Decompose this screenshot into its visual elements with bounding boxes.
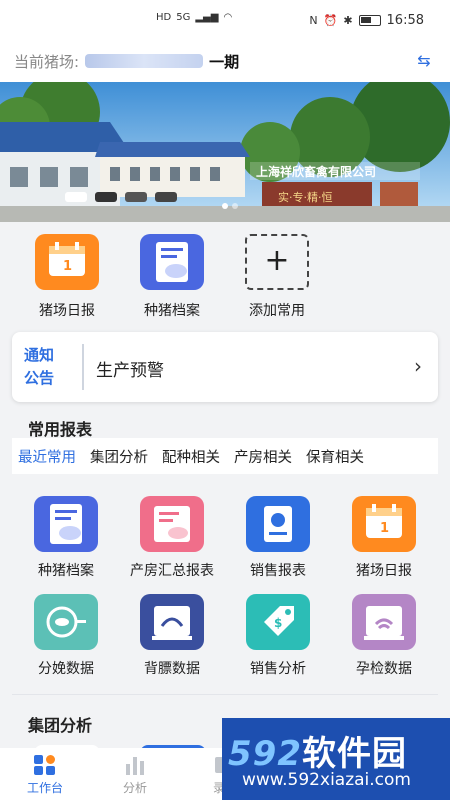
report-label: 猪场日报 xyxy=(356,563,412,579)
wifi-icon: ◠ xyxy=(223,12,233,23)
ultrasound-icon xyxy=(352,594,416,650)
section-divider xyxy=(12,694,438,695)
pig-file-icon xyxy=(34,496,98,552)
nav-analysis[interactable]: 分析 xyxy=(90,748,180,800)
tab-recent[interactable]: 最近常用 xyxy=(18,446,76,467)
svg-text:$: $ xyxy=(274,616,282,630)
status-right-icons: N ⏰ ✱ xyxy=(309,13,381,27)
report-sales-analysis[interactable]: $ 销售分析 xyxy=(226,594,330,678)
backfat-icon xyxy=(140,594,204,650)
report-label: 销售分析 xyxy=(250,661,306,677)
network-badge: 5G xyxy=(176,12,191,23)
watermark-line1: 592软件园 xyxy=(228,726,407,775)
status-bar: HD 5G ▂▄▆ ◠ N ⏰ ✱ 16:58 xyxy=(0,0,450,40)
farm-label: 当前猪场: xyxy=(14,52,80,71)
report-label: 分娩数据 xyxy=(38,661,94,677)
report-grid: 种猪档案 产房汇总报表 销售报表 1 猪场日报 分娩数据 背膘数据 $ 销售分析… xyxy=(12,484,438,694)
report-sales[interactable]: 销售报表 xyxy=(226,496,330,580)
banner-motto: 实·专·精·恒 xyxy=(278,190,333,204)
notice-text: 生产预警 xyxy=(96,361,164,381)
report-label: 种猪档案 xyxy=(38,563,94,579)
watermark-brand: 软件园 xyxy=(301,734,407,774)
notice-divider xyxy=(82,344,84,390)
calendar-icon: 1 xyxy=(35,234,99,290)
bluetooth-icon: ✱ xyxy=(343,13,353,27)
quick-label: 添加常用 xyxy=(249,303,305,319)
quick-breeding-pig-file[interactable]: 种猪档案 xyxy=(127,234,217,320)
nav-label: 分析 xyxy=(122,781,147,795)
tab-group-analysis[interactable]: 集团分析 xyxy=(90,446,148,467)
chevron-right-icon: › xyxy=(414,354,422,378)
quick-add-favorite[interactable]: + 添加常用 xyxy=(232,234,322,320)
switch-farm-icon[interactable]: ⇆ xyxy=(412,50,436,72)
clock: 16:58 xyxy=(386,12,424,28)
delivery-icon xyxy=(34,594,98,650)
report-farrowing-summary[interactable]: 产房汇总报表 xyxy=(120,496,224,580)
report-breeding-pig-file[interactable]: 种猪档案 xyxy=(14,496,118,580)
report-backfat-data[interactable]: 背膘数据 xyxy=(120,594,224,678)
hd-badge: HD xyxy=(156,12,172,23)
workbench-icon xyxy=(33,754,57,776)
price-tag-icon: $ xyxy=(246,594,310,650)
group-section-title: 集团分析 xyxy=(28,716,93,735)
farm-name-redacted xyxy=(85,54,204,68)
report-label: 背膘数据 xyxy=(144,661,200,677)
notice-tag-line2: 公告 xyxy=(24,369,55,387)
report-delivery-data[interactable]: 分娩数据 xyxy=(14,594,118,678)
pig-file-icon xyxy=(140,234,204,290)
watermark-url: www.592xiazai.com xyxy=(242,770,411,790)
banner-image[interactable]: 上海祥欣畜禽有限公司 实·专·精·恒 xyxy=(0,82,450,222)
signal-icon: ▂▄▆ xyxy=(195,12,219,23)
quick-farm-daily[interactable]: 1 猪场日报 xyxy=(22,234,112,320)
sales-report-icon xyxy=(246,496,310,552)
report-farm-daily[interactable]: 1 猪场日报 xyxy=(332,496,436,580)
nav-workbench[interactable]: 工作台 xyxy=(0,748,90,800)
report-label: 孕检数据 xyxy=(356,661,412,677)
bar-chart-icon xyxy=(123,754,147,776)
report-tabs: 最近常用 集团分析 配种相关 产房相关 保育相关 xyxy=(12,438,438,474)
watermark-number: 592 xyxy=(228,734,302,774)
notice-tag-line1: 通知 xyxy=(24,346,55,364)
farm-name-suffix: 一期 xyxy=(209,52,240,71)
report-pregnancy-check[interactable]: 孕检数据 xyxy=(332,594,436,678)
banner-sign-text: 上海祥欣畜禽有限公司 xyxy=(256,164,376,179)
plus-icon: + xyxy=(245,234,309,290)
battery-icon xyxy=(358,14,381,26)
quick-actions: 1 猪场日报 种猪档案 + 添加常用 xyxy=(0,222,450,322)
tab-farrowing[interactable]: 产房相关 xyxy=(234,446,292,467)
notice-tag: 通知 公告 xyxy=(24,344,62,390)
watermark-logo: 592软件园 www.592xiazai.com xyxy=(222,718,450,800)
calendar-icon: 1 xyxy=(352,496,416,552)
quick-label: 种猪档案 xyxy=(144,303,200,319)
report-label: 产房汇总报表 xyxy=(130,563,214,579)
nfc-icon: N xyxy=(309,13,318,27)
svg-text:1: 1 xyxy=(380,521,389,536)
tab-nursery[interactable]: 保育相关 xyxy=(306,446,364,467)
tab-breeding[interactable]: 配种相关 xyxy=(162,446,220,467)
farm-selector[interactable]: 当前猪场: 一期 ⇆ xyxy=(0,40,450,82)
reports-section-title: 常用报表 xyxy=(28,420,93,439)
svg-text:1: 1 xyxy=(63,259,72,274)
status-left-icons: HD 5G ▂▄▆ ◠ xyxy=(156,12,232,23)
farrowing-report-icon xyxy=(140,496,204,552)
quick-label: 猪场日报 xyxy=(39,303,95,319)
alarm-icon: ⏰ xyxy=(323,13,338,27)
notice-card[interactable]: 通知 公告 生产预警 › xyxy=(12,332,438,402)
nav-label: 工作台 xyxy=(26,781,63,795)
report-label: 销售报表 xyxy=(250,563,306,579)
